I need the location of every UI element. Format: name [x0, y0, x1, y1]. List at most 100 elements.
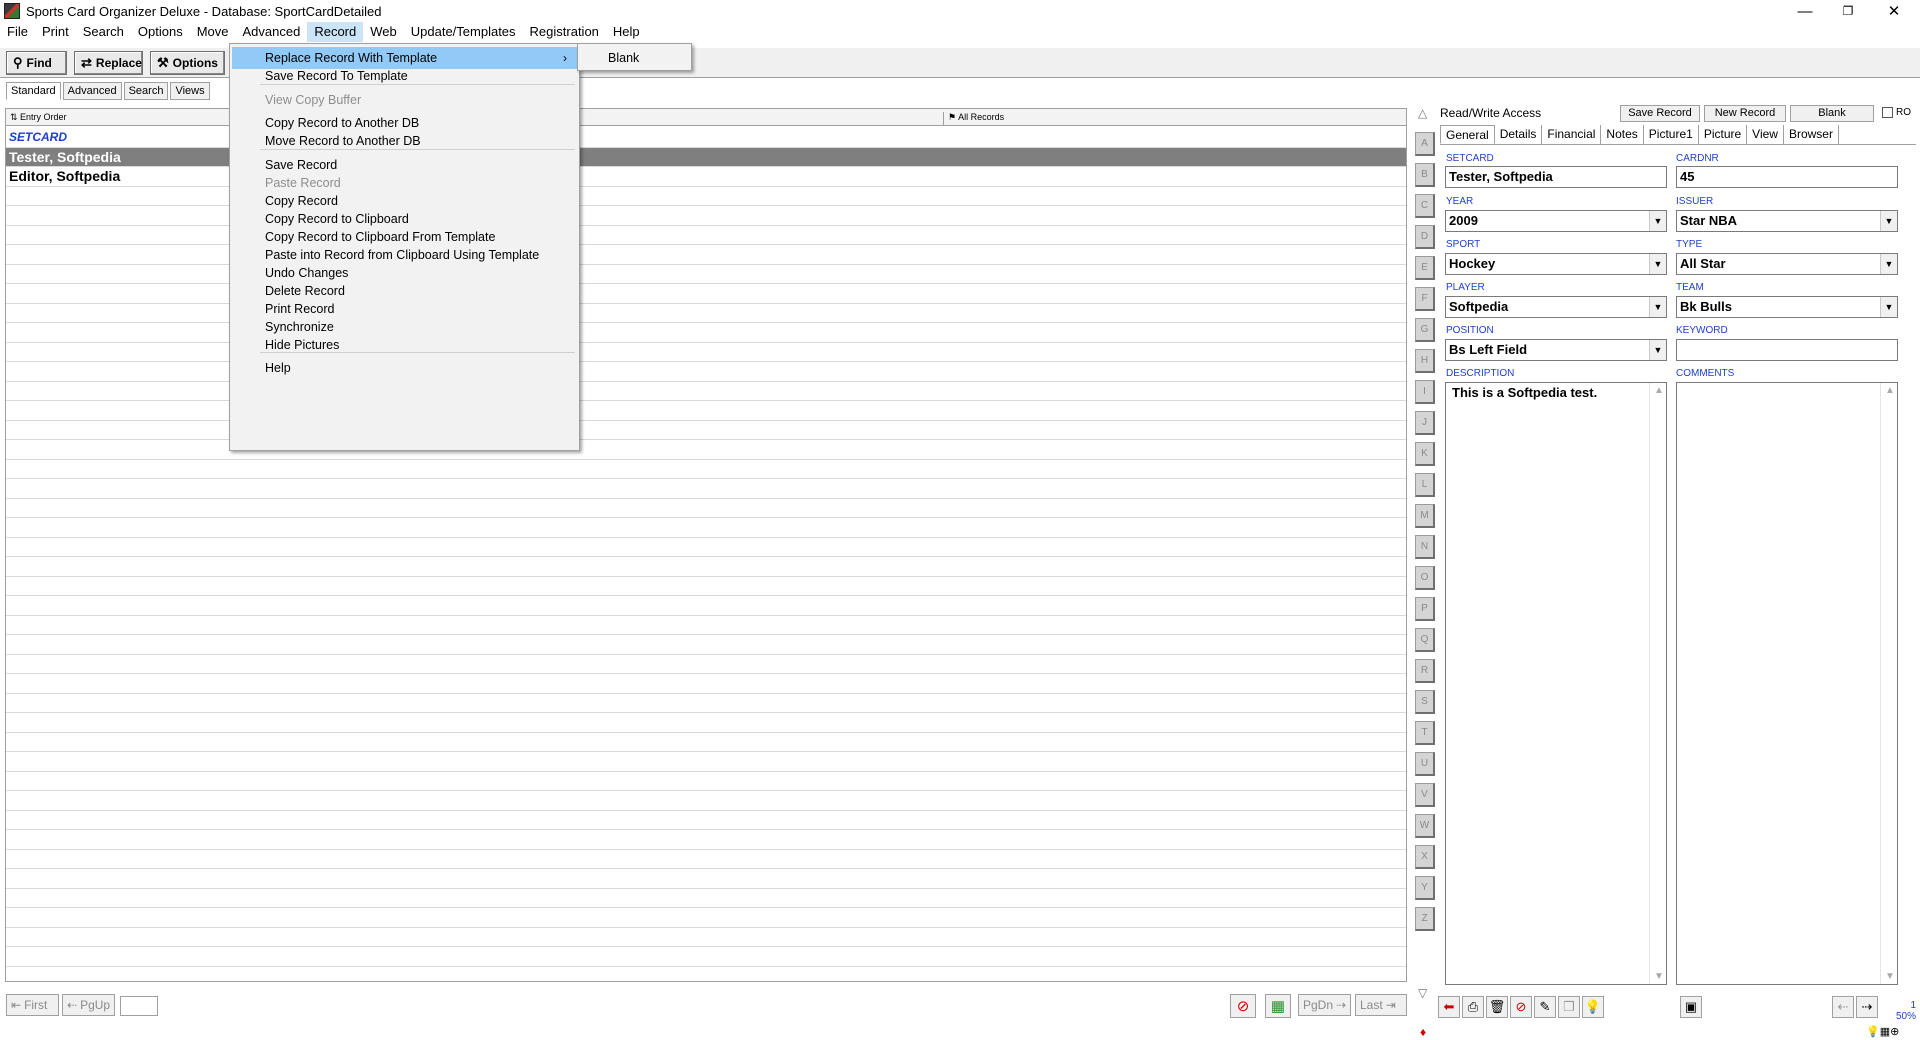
grid-view-icon[interactable]: ▦ [1265, 994, 1291, 1018]
submenu-item-blank[interactable]: Blank [580, 47, 689, 69]
menu-item-hide-pictures[interactable]: Hide Pictures [232, 334, 577, 356]
menu-advanced[interactable]: Advanced [236, 22, 308, 42]
empty-list-row[interactable] [6, 479, 1406, 499]
empty-list-row[interactable] [6, 557, 1406, 577]
comments-scrollbar[interactable]: ▲ ▼ [1880, 383, 1897, 984]
alpha-button-q[interactable]: Q [1415, 628, 1435, 652]
alpha-button-m[interactable]: M [1415, 504, 1435, 528]
chevron-down-icon[interactable]: ▼ [1649, 254, 1666, 274]
player-select[interactable]: Softpedia ▼ [1445, 296, 1667, 318]
alpha-button-x[interactable]: X [1415, 845, 1435, 869]
menu-web[interactable]: Web [363, 22, 404, 42]
column-header-setcard[interactable]: SETCARD [6, 128, 1406, 148]
blank-button[interactable]: Blank [1790, 105, 1874, 122]
type-select[interactable]: All Star ▼ [1676, 253, 1898, 275]
empty-list-row[interactable] [6, 752, 1406, 772]
lightbulb-icon[interactable]: 💡 [1582, 996, 1604, 1018]
menu-item-save-record-to-template[interactable]: Save Record To Template [232, 65, 577, 87]
menu-item-move-record-to-another-db[interactable]: Move Record to Another DB [232, 130, 577, 152]
last-button[interactable]: Last ⇥ [1355, 994, 1407, 1016]
back-arrow-icon[interactable]: ⬅ [1438, 996, 1460, 1018]
empty-list-row[interactable] [6, 713, 1406, 733]
alpha-button-d[interactable]: D [1415, 225, 1435, 249]
empty-list-row[interactable] [6, 499, 1406, 518]
alpha-button-f[interactable]: F [1415, 287, 1435, 311]
empty-list-row[interactable] [6, 733, 1406, 752]
tab-search[interactable]: Search [123, 82, 169, 100]
empty-list-row[interactable] [6, 596, 1406, 616]
issuer-select[interactable]: Star NBA ▼ [1676, 210, 1898, 232]
empty-list-row[interactable] [6, 655, 1406, 674]
empty-list-row[interactable] [6, 518, 1406, 538]
chevron-down-icon[interactable]: ▼ [1649, 340, 1666, 360]
empty-list-row[interactable] [6, 382, 1406, 401]
alpha-button-e[interactable]: E [1415, 256, 1435, 280]
empty-list-row[interactable] [6, 538, 1406, 557]
tab-standard[interactable]: Standard [6, 82, 61, 100]
empty-list-row[interactable] [6, 401, 1406, 421]
tab-view[interactable]: View [1747, 125, 1784, 144]
empty-list-row[interactable] [6, 284, 1406, 304]
menu-search[interactable]: Search [76, 22, 131, 42]
picture-icon[interactable]: ▣ [1680, 996, 1702, 1018]
next-record-icon[interactable]: ⇢ [1856, 996, 1878, 1018]
alpha-button-w[interactable]: W [1415, 814, 1435, 838]
empty-list-row[interactable] [6, 343, 1406, 362]
alpha-button-b[interactable]: B [1415, 163, 1435, 187]
menu-options[interactable]: Options [131, 22, 190, 42]
menu-registration[interactable]: Registration [523, 22, 606, 42]
empty-list-row[interactable] [6, 616, 1406, 635]
empty-list-row[interactable] [6, 947, 1406, 967]
alpha-button-z[interactable]: Z [1415, 907, 1435, 931]
pgdn-button[interactable]: PgDn ⇢ [1298, 994, 1351, 1016]
empty-list-row[interactable] [6, 635, 1406, 655]
menu-record[interactable]: Record [307, 22, 364, 42]
empty-list-row[interactable] [6, 791, 1406, 811]
empty-list-row[interactable] [6, 830, 1406, 850]
new-record-button[interactable]: New Record [1704, 105, 1786, 122]
alpha-button-y[interactable]: Y [1415, 876, 1435, 900]
empty-list-row[interactable] [6, 908, 1406, 928]
options-button[interactable]: ⚒ Options [150, 51, 225, 75]
list-item[interactable]: Editor, Softpedia [6, 167, 1406, 187]
year-select[interactable]: 2009 ▼ [1445, 210, 1667, 232]
empty-list-row[interactable] [6, 226, 1406, 245]
keyword-field[interactable] [1676, 339, 1898, 361]
save-record-button[interactable]: Save Record [1620, 105, 1700, 122]
tab-picture[interactable]: Picture [1699, 125, 1748, 144]
maximize-button[interactable]: ❐ [1825, 0, 1871, 22]
first-button[interactable]: ⇤ First [6, 994, 59, 1016]
tab-views[interactable]: Views [170, 82, 210, 100]
team-select[interactable]: Bk Bulls ▼ [1676, 296, 1898, 318]
alpha-button-s[interactable]: S [1415, 690, 1435, 714]
trash-icon[interactable]: 🗑 [1486, 996, 1508, 1018]
sort-order-dropdown[interactable]: ⇅ Entry Order [10, 112, 67, 123]
cardnr-field[interactable]: 45 [1676, 166, 1898, 188]
alpha-button-r[interactable]: R [1415, 659, 1435, 683]
read-only-checkbox[interactable] [1882, 107, 1893, 118]
empty-list-row[interactable] [6, 362, 1406, 382]
edit-icon[interactable]: ✎ [1534, 996, 1556, 1018]
tab-picture1[interactable]: Picture1 [1644, 125, 1699, 144]
empty-list-row[interactable] [6, 889, 1406, 908]
replace-button[interactable]: ⇄ Replace [74, 51, 143, 75]
tab-notes[interactable]: Notes [1601, 125, 1644, 144]
tab-browser[interactable]: Browser [1784, 125, 1839, 144]
alpha-button-n[interactable]: N [1415, 535, 1435, 559]
empty-list-row[interactable] [6, 206, 1406, 226]
sport-select[interactable]: Hockey ▼ [1445, 253, 1667, 275]
position-select[interactable]: Bs Left Field ▼ [1445, 339, 1667, 361]
alpha-button-j[interactable]: J [1415, 411, 1435, 435]
menu-item-help[interactable]: Help [232, 357, 577, 379]
empty-list-row[interactable] [6, 440, 1406, 460]
empty-list-row[interactable] [6, 694, 1406, 713]
alpha-button-i[interactable]: I [1415, 380, 1435, 404]
empty-list-row[interactable] [6, 577, 1406, 596]
copy-icon[interactable]: ❐ [1558, 996, 1580, 1018]
alpha-button-u[interactable]: U [1415, 752, 1435, 776]
list-item[interactable]: Tester, Softpedia [6, 147, 1406, 167]
alpha-button-c[interactable]: C [1415, 194, 1435, 218]
record-number-input[interactable] [120, 996, 158, 1016]
menu-move[interactable]: Move [190, 22, 236, 42]
empty-list-row[interactable] [6, 850, 1406, 869]
